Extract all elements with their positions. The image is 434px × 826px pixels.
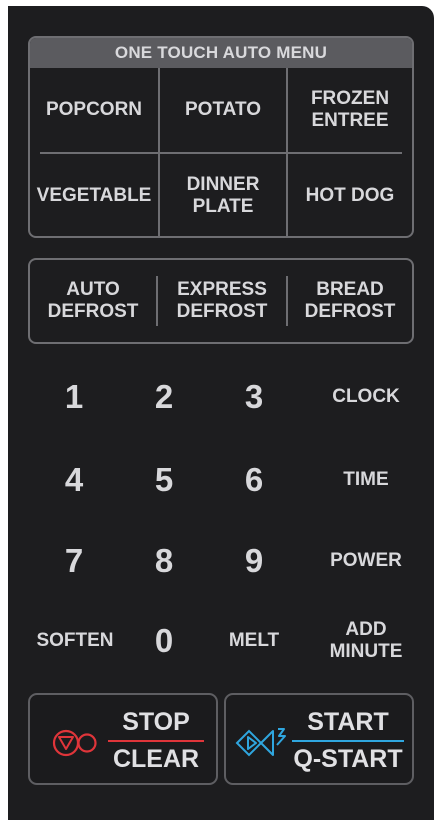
power-button[interactable]: POWER [316, 536, 416, 586]
stop-label: STOP [122, 708, 190, 736]
digit-8-button[interactable]: 8 [134, 536, 194, 586]
clear-label: CLEAR [112, 745, 200, 773]
frozen-entree-button[interactable]: FROZEN ENTREE [288, 68, 412, 152]
time-button[interactable]: TIME [316, 455, 416, 505]
one-touch-header: ONE TOUCH AUTO MENU [30, 38, 412, 68]
digit-1-button[interactable]: 1 [44, 372, 104, 422]
digit-0-button[interactable]: 0 [134, 615, 194, 667]
start-button[interactable]: START Q-START [224, 693, 414, 785]
melt-button[interactable]: MELT [214, 615, 294, 667]
digit-4-button[interactable]: 4 [44, 455, 104, 505]
q-start-label: Q-START [293, 745, 403, 773]
stop-icon [52, 729, 97, 757]
dinner-plate-button[interactable]: DINNER PLATE [160, 154, 286, 236]
auto-defrost-button[interactable]: AUTO DEFROST [30, 260, 156, 342]
clock-button[interactable]: CLOCK [316, 372, 416, 422]
digit-3-button[interactable]: 3 [224, 372, 284, 422]
digit-9-button[interactable]: 9 [224, 536, 284, 586]
vegetable-button[interactable]: VEGETABLE [30, 154, 158, 236]
potato-button[interactable]: POTATO [160, 68, 286, 152]
hot-dog-button[interactable]: HOT DOG [288, 154, 412, 236]
soften-button[interactable]: SOFTEN [26, 615, 124, 667]
digit-2-button[interactable]: 2 [134, 372, 194, 422]
stop-divider [108, 740, 204, 742]
defrost-group: AUTO DEFROST EXPRESS DEFROST BREAD DEFRO… [28, 258, 414, 344]
start-icon [235, 728, 286, 757]
start-label: START [307, 708, 389, 736]
digit-7-button[interactable]: 7 [44, 536, 104, 586]
express-defrost-button[interactable]: EXPRESS DEFROST [158, 260, 286, 342]
stop-clear-button[interactable]: STOP CLEAR [28, 693, 218, 785]
digit-6-button[interactable]: 6 [224, 455, 284, 505]
add-minute-button[interactable]: ADD MINUTE [316, 612, 416, 670]
bread-defrost-button[interactable]: BREAD DEFROST [288, 260, 412, 342]
start-divider [292, 740, 404, 742]
one-touch-auto-menu: ONE TOUCH AUTO MENU POPCORN POTATO FROZE… [28, 36, 414, 238]
digit-5-button[interactable]: 5 [134, 455, 194, 505]
popcorn-button[interactable]: POPCORN [30, 68, 158, 152]
